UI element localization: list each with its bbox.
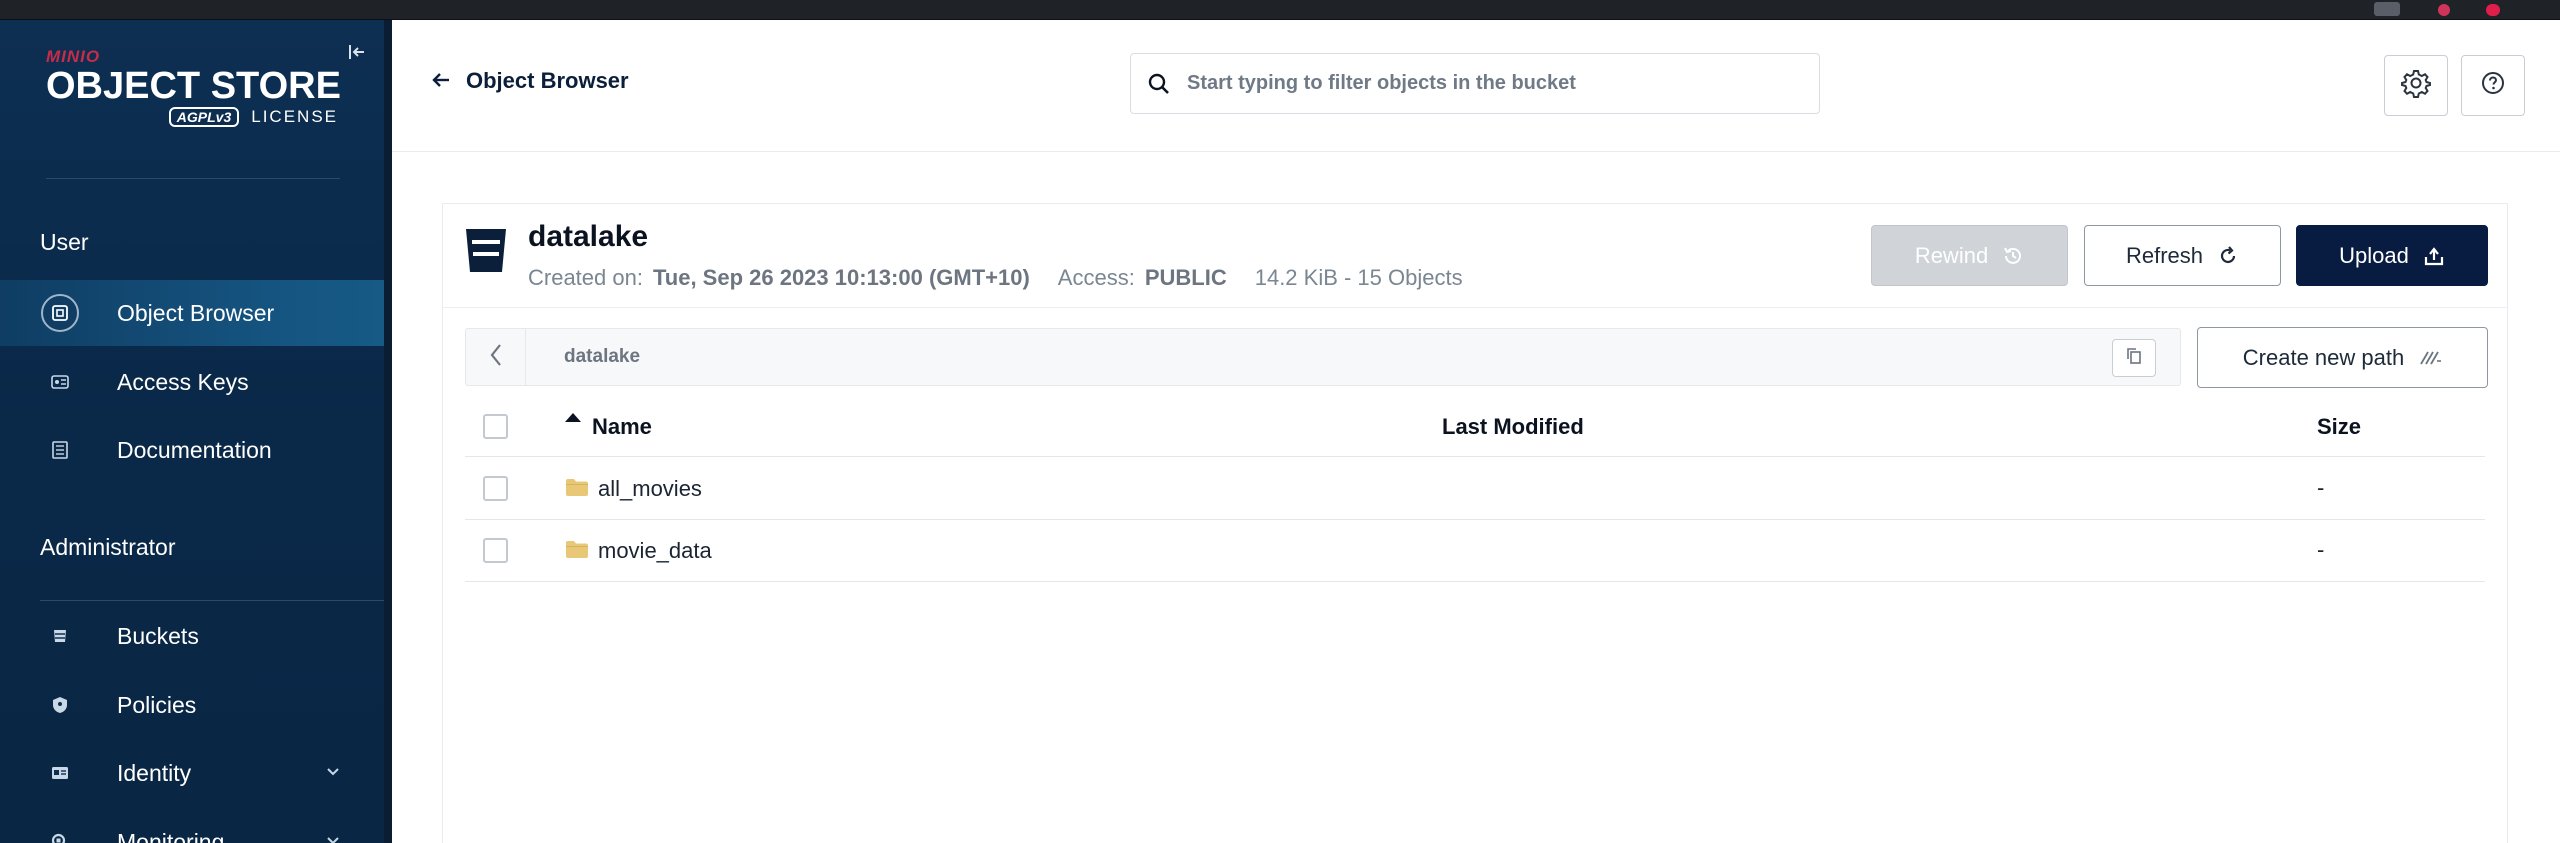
help-button[interactable] — [2461, 55, 2525, 116]
bucket-name: datalake — [528, 220, 649, 253]
page-header: Object Browser — [392, 20, 2560, 152]
created-value: Tue, Sep 26 2023 10:13:00 (GMT+10) — [652, 265, 1030, 290]
object-size: - — [2317, 537, 2325, 562]
logo-brand: MINIO — [46, 47, 101, 66]
history-icon — [2002, 245, 2024, 267]
column-header-name[interactable]: Name — [592, 414, 652, 440]
object-size: - — [2317, 475, 2325, 500]
sidebar-item-documentation[interactable]: Documentation — [0, 417, 384, 483]
copy-path-button[interactable] — [2112, 339, 2156, 377]
table-row[interactable]: movie_data - — [465, 520, 2485, 582]
sidebar-item-access-keys[interactable]: Access Keys — [0, 349, 384, 415]
folder-icon — [565, 540, 589, 559]
rewind-button[interactable]: Rewind — [1871, 225, 2068, 286]
rewind-label: Rewind — [1914, 242, 1989, 268]
section-title-user: User — [40, 229, 89, 255]
sidebar: MINIO OBJECT STORE AGPLv3 LICENSE User O… — [0, 20, 392, 843]
sidebar-item-label: Object Browser — [117, 299, 275, 326]
sort-ascending-icon[interactable] — [565, 413, 581, 422]
gear-icon — [2401, 68, 2431, 103]
sidebar-item-label: Buckets — [117, 622, 199, 649]
bucket-meta: Created on: Tue, Sep 26 2023 10:13:00 (G… — [528, 265, 1463, 291]
logo-divider — [46, 178, 340, 179]
arrow-left-icon — [432, 68, 450, 94]
bucket-icon — [41, 617, 79, 655]
object-name[interactable]: movie_data — [598, 538, 712, 564]
sidebar-item-policies[interactable]: Policies — [0, 672, 384, 738]
monitor-search-icon — [41, 823, 79, 843]
access-label: Access: — [1057, 265, 1135, 290]
logo-license: LICENSE — [251, 107, 338, 126]
refresh-label: Refresh — [2125, 242, 2204, 268]
chevron-down-icon[interactable] — [326, 764, 340, 782]
logo-license-row: AGPLv3 LICENSE — [46, 107, 338, 127]
id-card-icon — [41, 754, 79, 792]
folder-icon — [565, 478, 589, 497]
sidebar-item-label: Policies — [117, 691, 197, 718]
settings-button[interactable] — [2384, 55, 2448, 116]
search-icon — [1131, 72, 1187, 96]
create-new-path-button[interactable]: Create new path — [2197, 327, 2488, 388]
search-box[interactable] — [1130, 53, 1820, 114]
sidebar-item-label: Monitoring — [117, 828, 225, 843]
access-value: PUBLIC — [1144, 265, 1227, 290]
logo-title: OBJECT STORE — [46, 65, 341, 107]
column-header-last-modified[interactable]: Last Modified — [1442, 414, 1584, 440]
upload-icon — [2423, 245, 2445, 267]
minio-logo: MINIO OBJECT STORE AGPLv3 LICENSE — [46, 47, 346, 127]
column-header-size[interactable]: Size — [2317, 414, 2361, 440]
select-all-checkbox[interactable] — [483, 414, 508, 439]
sidebar-item-object-browser[interactable]: Object Browser — [0, 280, 384, 346]
back-to-object-browser-link[interactable]: Object Browser — [432, 68, 629, 94]
sidebar-item-label: Documentation — [117, 436, 272, 463]
object-browser-icon — [41, 294, 79, 332]
row-checkbox[interactable] — [483, 538, 508, 563]
refresh-icon — [2217, 245, 2239, 267]
bucket-icon — [464, 226, 508, 274]
chevron-down-icon[interactable] — [326, 833, 340, 843]
agpl-badge: AGPLv3 — [168, 107, 240, 127]
browser-top-strip — [0, 0, 2560, 20]
breadcrumb: datalake — [465, 328, 2181, 386]
window-control[interactable] — [2374, 2, 2400, 16]
search-input[interactable] — [1187, 72, 1807, 95]
window-control-indicator[interactable] — [2438, 4, 2450, 16]
section-title-administrator: Administrator — [40, 534, 176, 560]
sidebar-item-label: Access Keys — [117, 368, 249, 395]
row-checkbox[interactable] — [483, 476, 508, 501]
page-title: Object Browser — [466, 68, 629, 93]
copy-icon — [2126, 347, 2142, 370]
sidebar-edge — [384, 20, 392, 843]
refresh-button[interactable]: Refresh — [2084, 225, 2281, 286]
section-divider — [40, 600, 390, 601]
table-header: Name Last Modified Size — [465, 398, 2485, 457]
window-control-indicator[interactable] — [2486, 4, 2500, 16]
documentation-icon — [41, 431, 79, 469]
shield-icon — [41, 686, 79, 724]
breadcrumb-path[interactable]: datalake — [564, 346, 640, 368]
breadcrumb-back-button[interactable] — [466, 329, 526, 385]
sidebar-item-monitoring[interactable]: Monitoring — [0, 809, 384, 843]
sidebar-item-label: Identity — [117, 759, 192, 786]
sidebar-item-identity[interactable]: Identity — [0, 740, 384, 806]
created-label: Created on: — [528, 265, 643, 290]
divider — [442, 307, 2508, 308]
access-keys-icon — [41, 363, 79, 401]
create-path-label: Create new path — [2242, 344, 2405, 370]
sidebar-item-buckets[interactable]: Buckets — [0, 603, 384, 669]
upload-button[interactable]: Upload — [2296, 225, 2488, 286]
table-row[interactable]: all_movies - — [465, 458, 2485, 520]
new-path-icon — [2418, 349, 2442, 367]
object-name[interactable]: all_movies — [598, 476, 702, 502]
collapse-sidebar-icon[interactable] — [345, 42, 369, 66]
upload-label: Upload — [2339, 242, 2409, 268]
chevron-left-icon — [489, 343, 503, 372]
bucket-usage: 14.2 KiB - 15 Objects — [1254, 265, 1463, 290]
help-icon — [2481, 71, 2505, 100]
